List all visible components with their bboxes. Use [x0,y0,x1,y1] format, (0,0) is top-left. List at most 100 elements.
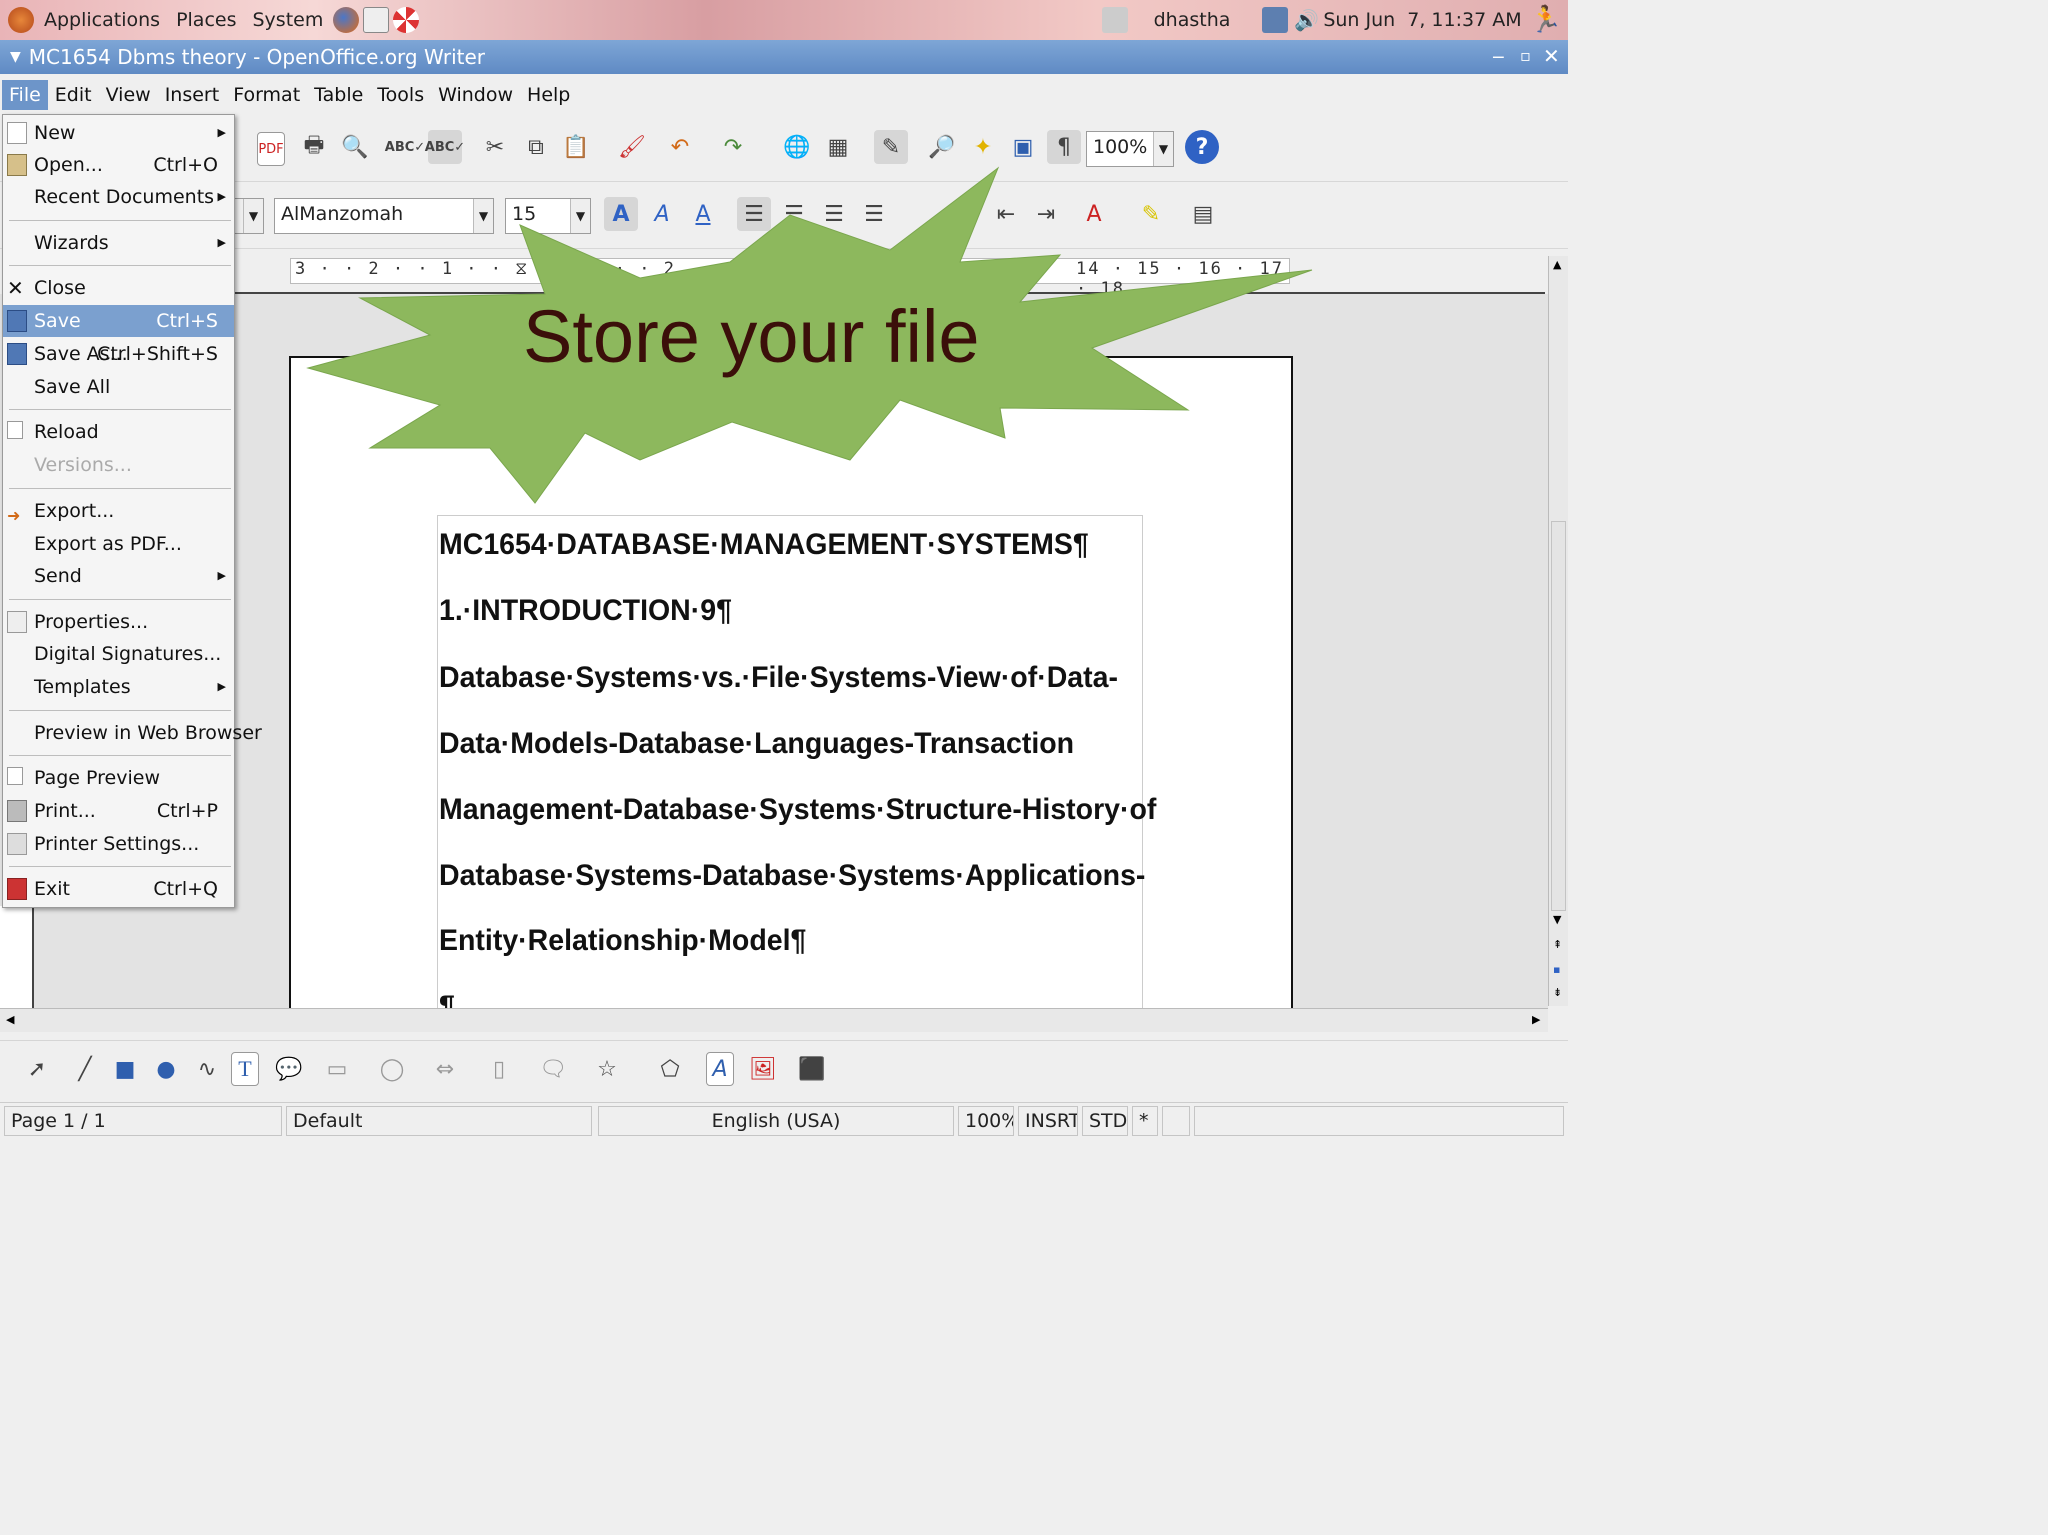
previous-page-icon[interactable]: ⇞ [1553,938,1562,951]
flowcharts-icon[interactable]: ▯ [482,1052,516,1086]
gallery-icon[interactable]: ▣ [1006,130,1040,164]
export-pdf-icon[interactable]: PDF [257,132,285,166]
logout-runner-icon[interactable]: 🏃 [1530,5,1562,35]
zoom-combo[interactable]: 100% ▼ [1086,131,1174,167]
copy-icon[interactable]: ⧉ [519,130,553,164]
window-menu-arrow-icon[interactable]: ▼ [10,49,21,65]
scroll-left-icon[interactable]: ◀ [6,1013,14,1026]
menu-tools[interactable]: Tools [370,80,431,110]
print-icon[interactable]: 🖶 [297,130,331,164]
page-preview-icon[interactable]: 🔍 [338,130,372,164]
doc-line-body[interactable]: Entity·Relationship·Model¶ [439,924,806,958]
panel-menu-applications[interactable]: Applications [36,9,168,31]
show-draw-functions-icon[interactable]: ✎ [874,130,908,164]
callouts-icon[interactable]: 💬 [272,1052,306,1086]
doc-line-body[interactable]: Management-Database·Systems·Structure-Hi… [439,793,1156,827]
menu-help[interactable]: Help [520,80,577,110]
window-title-bar[interactable]: ▼ MC1654 Dbms theory - OpenOffice.org Wr… [0,40,1568,74]
file-menu-versions[interactable]: Versions... [3,449,234,481]
file-menu-recent-documents[interactable]: Recent Documents ▶ [3,181,234,213]
mail-icon[interactable] [363,7,390,33]
close-window-icon[interactable]: ✕ [1543,44,1560,68]
doc-line-title[interactable]: MC1654·DATABASE·MANAGEMENT·SYSTEMS¶ [439,528,1089,562]
autospellcheck-icon[interactable]: ABC✓ [425,130,465,164]
help-icon[interactable]: ? [1185,130,1219,164]
doc-line-body[interactable]: Data·Models-Database·Languages-Transacti… [439,727,1074,761]
file-menu-exit[interactable]: Exit Ctrl+Q [3,873,234,905]
redo-icon[interactable]: ↷ [716,130,750,164]
minimize-icon[interactable]: ‒ [1492,44,1505,68]
menu-format[interactable]: Format [226,80,307,110]
text-icon[interactable]: T [231,1052,259,1086]
undo-icon[interactable]: ↶ [663,130,697,164]
horizontal-scrollbar[interactable]: ◀ ▶ [0,1008,1548,1032]
status-page-style[interactable]: Default [286,1106,592,1136]
clone-formatting-icon[interactable]: 🖌 [615,130,649,164]
scroll-thumb[interactable] [1551,521,1566,911]
paragraph-style-dropdown-icon[interactable]: ▼ [243,199,263,233]
file-menu-save-as[interactable]: Save As... Ctrl+Shift+S [3,338,234,370]
ellipse-icon[interactable]: ● [149,1052,183,1086]
maximize-icon[interactable]: ▫ [1520,46,1531,65]
firefox-icon[interactable] [333,7,360,33]
find-replace-icon[interactable]: 🔎 [925,130,959,164]
extrusion-icon[interactable]: ⬛ [795,1052,829,1086]
vertical-scrollbar[interactable]: ▲ ▼ ⇞ ▪ ⇟ [1548,256,1568,1006]
table-icon[interactable]: ▦ [821,130,855,164]
hyperlink-icon[interactable]: 🌐 [780,130,814,164]
symbol-shapes-icon[interactable]: ◯ [375,1052,409,1086]
scroll-right-icon[interactable]: ▶ [1532,1013,1540,1026]
basic-shapes-icon[interactable]: ▭ [320,1052,354,1086]
points-icon[interactable]: ⬠ [653,1052,687,1086]
file-menu-properties[interactable]: Properties... [3,606,234,638]
file-menu-export-pdf[interactable]: Export as PDF... [3,528,234,560]
navigation-icon[interactable]: ▪ [1553,963,1560,976]
menu-window[interactable]: Window [431,80,520,110]
stars-icon[interactable]: ☆ [590,1052,624,1086]
next-page-icon[interactable]: ⇟ [1553,986,1562,999]
file-menu-preview-web[interactable]: Preview in Web Browser [3,717,262,749]
volume-icon[interactable]: 🔊 [1294,8,1319,32]
freeform-line-icon[interactable]: ∿ [190,1052,224,1086]
status-insert-mode[interactable]: INSRT [1018,1106,1078,1136]
panel-menu-places[interactable]: Places [168,9,244,31]
menu-table[interactable]: Table [307,80,370,110]
menu-edit[interactable]: Edit [48,80,99,110]
fontwork-gallery-icon[interactable]: A [706,1052,734,1086]
line-icon[interactable]: ╱ [68,1052,102,1086]
status-zoom[interactable]: 100% [958,1106,1014,1136]
zoom-dropdown-icon[interactable]: ▼ [1153,132,1173,166]
scroll-down-icon[interactable]: ▼ [1553,913,1561,926]
callout-shapes-icon[interactable]: 🗨 [536,1052,570,1086]
rectangle-icon[interactable]: ■ [108,1052,142,1086]
help-lifebuoy-icon[interactable] [393,7,420,33]
doc-line-heading[interactable]: 1.·INTRODUCTION·9¶ [439,594,732,628]
file-menu-send[interactable]: Send ▶ [3,560,234,592]
status-page[interactable]: Page 1 / 1 [4,1106,282,1136]
panel-menu-system[interactable]: System [244,9,331,31]
file-menu-open[interactable]: Open... Ctrl+O [3,149,234,181]
network-status-icon[interactable] [1101,7,1128,33]
navigator-icon[interactable]: ✦ [966,130,1000,164]
file-menu-wizards[interactable]: Wizards ▶ [3,227,234,259]
file-menu-reload[interactable]: Reload [3,416,234,448]
paste-icon[interactable]: 📋 [559,130,593,164]
vertical-ruler[interactable] [0,906,34,1008]
network-monitor-icon[interactable] [1262,7,1289,33]
menu-insert[interactable]: Insert [158,80,227,110]
menu-file[interactable]: File [2,80,48,110]
block-arrows-icon[interactable]: ⇔ [428,1052,462,1086]
select-arrow-icon[interactable]: ➚ [20,1052,54,1086]
menu-view[interactable]: View [99,80,158,110]
panel-username[interactable]: dhastha [1154,9,1231,31]
doc-line-body[interactable]: Database·Systems-Database·Systems·Applic… [439,859,1145,893]
file-menu-print[interactable]: Print... Ctrl+P [3,795,234,827]
paragraph-style-combo[interactable]: ▼ [234,198,264,234]
file-menu-close[interactable]: ✕ Close [3,272,234,304]
file-menu-export[interactable]: ➜ Export... [3,495,234,527]
file-menu-new[interactable]: New ▶ [3,117,234,149]
file-menu-save-all[interactable]: Save All [3,371,234,403]
scroll-up-icon[interactable]: ▲ [1553,258,1561,271]
file-menu-printer-settings[interactable]: Printer Settings... [3,828,234,860]
file-menu-digital-signatures[interactable]: Digital Signatures... [3,638,234,670]
